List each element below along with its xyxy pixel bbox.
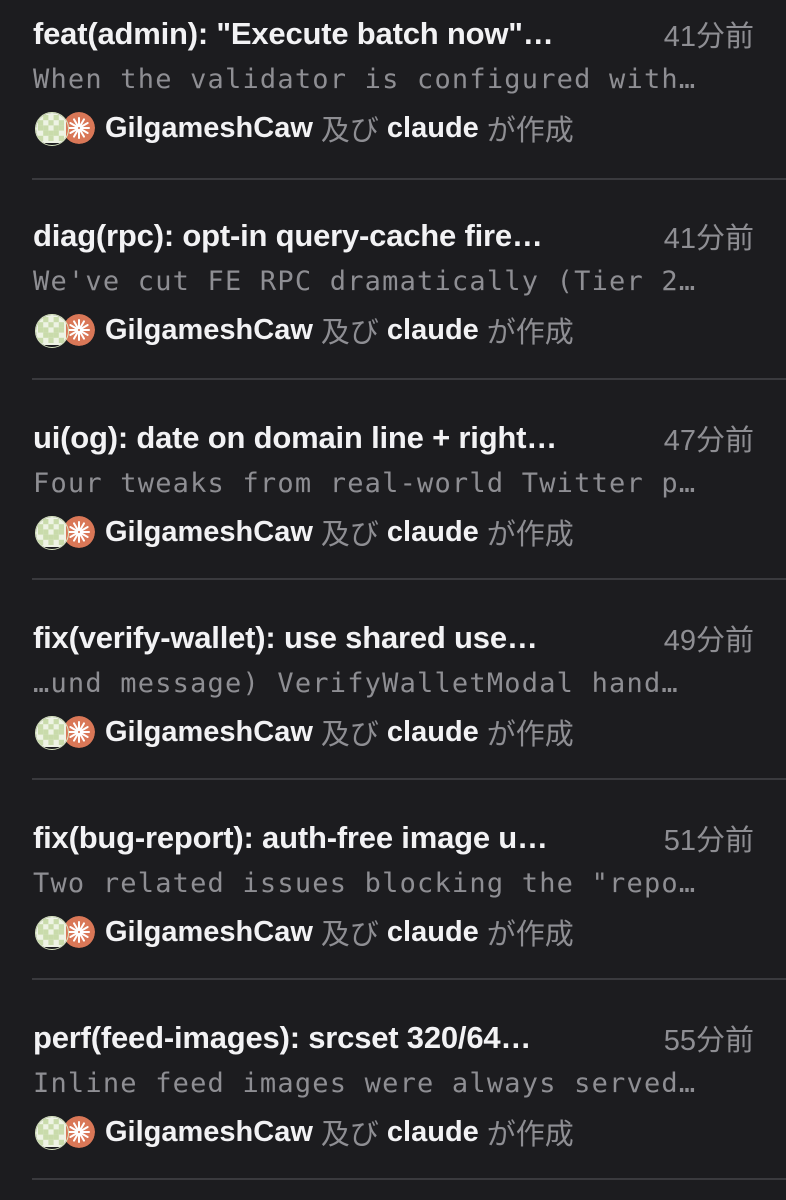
commit-title-line: fix(bug-report): auth-free image u… 51分前 [33,818,754,858]
commit-title-line: diag(rpc): opt-in query-cache fire… 41分前 [33,216,754,256]
created-by-text: が作成 [486,519,574,551]
gilgamesh-avatar-icon[interactable] [35,716,69,750]
commit-body: When the validator is configured with… [33,64,697,95]
created-by-text: が作成 [486,115,574,147]
conjunction-text: 及び [320,317,379,349]
coauthor-name[interactable]: claude [387,314,479,347]
commit-row[interactable]: ui(og): date on domain line + right… 47分… [0,380,786,580]
commit-row[interactable]: diag(rpc): opt-in query-cache fire… 41分前… [0,180,786,380]
author-line: GilgameshCaw 及び claude が作成 [33,310,574,350]
commit-title-line: perf(feed-images): srcset 320/64… 55分前 [33,1018,754,1058]
commit-time: 51分前 [663,825,754,857]
commit-body: …und message) VerifyWalletModal hand… [33,668,679,699]
commit-row[interactable]: feat(admin): "Execute batch now"… 41分前 W… [0,0,786,180]
coauthor-name[interactable]: claude [387,516,479,549]
avatar-stack [33,1115,97,1150]
commit-body: Four tweaks from real-world Twitter p… [33,468,697,499]
commit-time: 49分前 [663,625,754,657]
avatar-stack [33,915,97,950]
avatar-stack [33,111,97,146]
commit-body: We've cut FE RPC dramatically (Tier 2… [33,266,697,297]
conjunction-text: 及び [320,919,379,951]
gilgamesh-avatar-icon[interactable] [35,916,69,950]
conjunction-text: 及び [320,519,379,551]
conjunction-text: 及び [320,1119,379,1151]
gilgamesh-avatar-icon[interactable] [35,314,69,348]
commit-row[interactable]: fix(verify-wallet): use shared use… 49分前… [0,580,786,780]
row-divider [32,1178,786,1180]
author-line: GilgameshCaw 及び claude が作成 [33,1112,574,1152]
author-line: GilgameshCaw 及び claude が作成 [33,712,574,752]
created-by-text: が作成 [486,1119,574,1151]
gilgamesh-avatar-icon[interactable] [35,516,69,550]
commit-row[interactable]: perf(feed-images): srcset 320/64… 55分前 I… [0,980,786,1180]
author-name[interactable]: GilgameshCaw [105,1116,313,1149]
author-line: GilgameshCaw 及び claude が作成 [33,912,574,952]
coauthor-name[interactable]: claude [387,112,479,145]
created-by-text: が作成 [486,317,574,349]
commit-title-line: fix(verify-wallet): use shared use… 49分前 [33,618,754,658]
commit-time: 55分前 [663,1025,754,1057]
author-name[interactable]: GilgameshCaw [105,314,313,347]
commit-title: fix(bug-report): auth-free image u… [33,820,548,855]
author-line: GilgameshCaw 及び claude が作成 [33,108,574,148]
author-line: GilgameshCaw 及び claude が作成 [33,512,574,552]
avatar-stack [33,313,97,348]
commit-title-line: ui(og): date on domain line + right… 47分… [33,418,754,458]
author-name[interactable]: GilgameshCaw [105,516,313,549]
commit-title: diag(rpc): opt-in query-cache fire… [33,218,543,253]
coauthor-name[interactable]: claude [387,916,479,949]
conjunction-text: 及び [320,719,379,751]
avatar-stack [33,515,97,550]
commit-title: fix(verify-wallet): use shared use… [33,620,538,655]
commit-title: feat(admin): "Execute batch now"… [33,16,554,51]
commit-body: Two related issues blocking the "repo… [33,868,697,899]
commit-body: Inline feed images were always served… [33,1068,697,1099]
commit-time: 41分前 [663,223,754,255]
commit-time: 41分前 [663,21,754,53]
author-name[interactable]: GilgameshCaw [105,716,313,749]
gilgamesh-avatar-icon[interactable] [35,112,69,146]
conjunction-text: 及び [320,115,379,147]
gilgamesh-avatar-icon[interactable] [35,1116,69,1150]
coauthor-name[interactable]: claude [387,1116,479,1149]
commit-time: 47分前 [663,425,754,457]
coauthor-name[interactable]: claude [387,716,479,749]
commit-row[interactable]: fix(bug-report): auth-free image u… 51分前… [0,780,786,980]
author-name[interactable]: GilgameshCaw [105,112,313,145]
author-name[interactable]: GilgameshCaw [105,916,313,949]
commit-list: feat(admin): "Execute batch now"… 41分前 W… [0,0,786,1180]
commit-title-line: feat(admin): "Execute batch now"… 41分前 [33,14,754,54]
created-by-text: が作成 [486,719,574,751]
commit-title: ui(og): date on domain line + right… [33,420,558,455]
avatar-stack [33,715,97,750]
created-by-text: が作成 [486,919,574,951]
commit-title: perf(feed-images): srcset 320/64… [33,1020,532,1055]
